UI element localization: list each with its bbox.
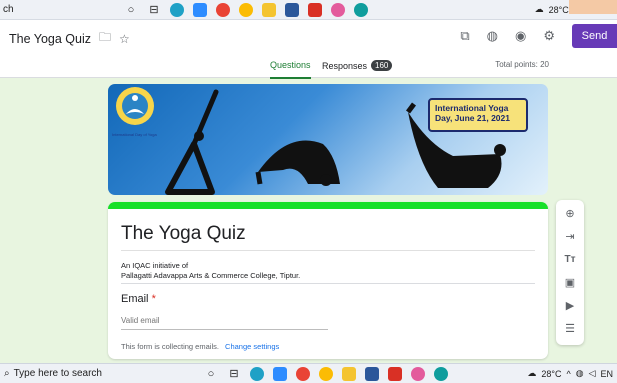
email-collection-note: This form is collecting emails. Change s… — [121, 342, 279, 351]
acrobat-icon[interactable] — [308, 2, 322, 17]
settings-gear-icon[interactable]: ⚙ — [543, 28, 555, 44]
system-tray-bottom: ☁ 28°C ^ ◍ ◁ EN — [527, 368, 617, 379]
file-explorer-icon[interactable] — [262, 2, 276, 17]
taskbar-search-placeholder: Type here to search — [13, 368, 102, 379]
add-question-icon[interactable]: ⊕ — [561, 205, 579, 221]
palette-icon[interactable]: ◍ — [487, 28, 498, 44]
add-image-icon[interactable]: ▣ — [561, 274, 579, 290]
addons-icon[interactable]: ⧉ — [460, 28, 469, 44]
add-title-icon[interactable]: Tт — [561, 251, 579, 267]
title-divider — [121, 250, 535, 251]
zoom-icon[interactable] — [193, 2, 207, 17]
paint-icon[interactable] — [331, 2, 345, 17]
task-view-icon[interactable]: ⊟ — [227, 367, 241, 380]
header-actions: ⧉ ◍ ◉ ⚙ Send — [460, 24, 617, 48]
edge-icon[interactable] — [170, 2, 184, 17]
add-video-icon[interactable]: ▶ — [561, 297, 579, 313]
form-description[interactable]: An IQAC initiative of Pallagatti Adavapp… — [121, 261, 300, 281]
taskbar-apps-bottom: ○ ⊟ — [204, 366, 448, 381]
star-icon[interactable]: ☆ — [119, 32, 130, 46]
weather-temp[interactable]: 28°C — [549, 5, 569, 15]
import-questions-icon[interactable]: ⇥ — [561, 228, 579, 244]
change-settings-link[interactable]: Change settings — [225, 342, 279, 351]
edge-icon[interactable] — [250, 366, 264, 381]
tab-responses-label: Responses — [322, 60, 368, 71]
top-taskbar: ch ○ ⊟ ☁ 28°C ^ ⊕ ◍ ◁× — [0, 0, 617, 20]
search-icon: ⌕ — [4, 368, 10, 379]
word-icon[interactable] — [285, 2, 299, 17]
required-asterisk: * — [151, 293, 156, 305]
card-title[interactable]: The Yoga Quiz — [121, 223, 246, 245]
weather-icon[interactable]: ☁ — [535, 4, 544, 15]
form-tabs: Questions Responses 160 Total points: 20 — [0, 60, 617, 79]
form-header-card[interactable]: The Yoga Quiz An IQAC initiative of Pall… — [108, 202, 548, 359]
cortana-icon[interactable]: ○ — [204, 368, 218, 380]
word-icon[interactable] — [365, 366, 379, 381]
weather-icon[interactable]: ☁ — [527, 368, 536, 379]
form-title-bar: The Yoga Quiz 🗀 ☆ — [9, 28, 130, 49]
network-icon[interactable]: ◍ — [576, 368, 584, 379]
description-line-2: Pallagatti Adavappa Arts & Commerce Coll… — [121, 270, 301, 280]
form-title[interactable]: The Yoga Quiz — [9, 32, 91, 46]
header-banner-image: International Day of Yoga International … — [108, 84, 548, 195]
folder-icon[interactable]: 🗀 — [99, 28, 111, 49]
task-view-icon[interactable]: ⊟ — [147, 3, 161, 16]
send-button[interactable]: Send — [572, 24, 617, 48]
logo-caption: International Day of Yoga — [112, 132, 157, 137]
window-accent — [569, 0, 617, 14]
app-icon[interactable] — [296, 366, 310, 381]
paint-icon[interactable] — [411, 366, 425, 381]
email-field[interactable] — [121, 316, 328, 330]
browser-icon[interactable] — [354, 2, 368, 17]
tab-responses[interactable]: Responses 160 — [322, 60, 393, 71]
banner-announcement: International Yoga Day, June 21, 2021 — [428, 98, 528, 132]
email-label-text: Email — [121, 293, 149, 305]
responses-count-badge: 160 — [371, 60, 393, 71]
floating-toolbar: ⊕ ⇥ Tт ▣ ▶ ☰ — [556, 200, 584, 345]
volume-icon[interactable]: ◁ — [589, 368, 596, 379]
preview-eye-icon[interactable]: ◉ — [515, 28, 526, 44]
collect-note-text: This form is collecting emails. — [121, 342, 219, 351]
tab-questions[interactable]: Questions — [270, 60, 311, 79]
acrobat-icon[interactable] — [388, 366, 402, 381]
file-explorer-icon[interactable] — [342, 366, 356, 381]
forms-header: The Yoga Quiz 🗀 ☆ ⧉ ◍ ◉ ⚙ Send Questions… — [0, 20, 617, 79]
language-indicator[interactable]: EN — [600, 369, 613, 379]
taskbar-search-text[interactable]: ch — [0, 4, 110, 15]
total-points: Total points: 20 — [495, 60, 549, 69]
add-section-icon[interactable]: ☰ — [561, 320, 579, 336]
email-question-label: Email * — [121, 293, 156, 305]
chrome-icon[interactable] — [239, 2, 253, 17]
taskbar-apps: ○ ⊟ — [124, 2, 368, 17]
taskbar-search-box[interactable]: ⌕ Type here to search — [0, 368, 190, 379]
chrome-icon[interactable] — [319, 366, 333, 381]
weather-temp[interactable]: 28°C — [541, 369, 561, 379]
description-line-1: An IQAC initiative of — [121, 261, 189, 270]
zoom-icon[interactable] — [273, 366, 287, 381]
browser-icon[interactable] — [434, 366, 448, 381]
tray-chevron-icon[interactable]: ^ — [566, 369, 570, 379]
description-divider — [121, 283, 535, 284]
cortana-icon[interactable]: ○ — [124, 4, 138, 16]
bottom-taskbar: ⌕ Type here to search ○ ⊟ ☁ 28°C ^ ◍ ◁ E… — [0, 363, 617, 383]
app-icon[interactable] — [216, 2, 230, 17]
